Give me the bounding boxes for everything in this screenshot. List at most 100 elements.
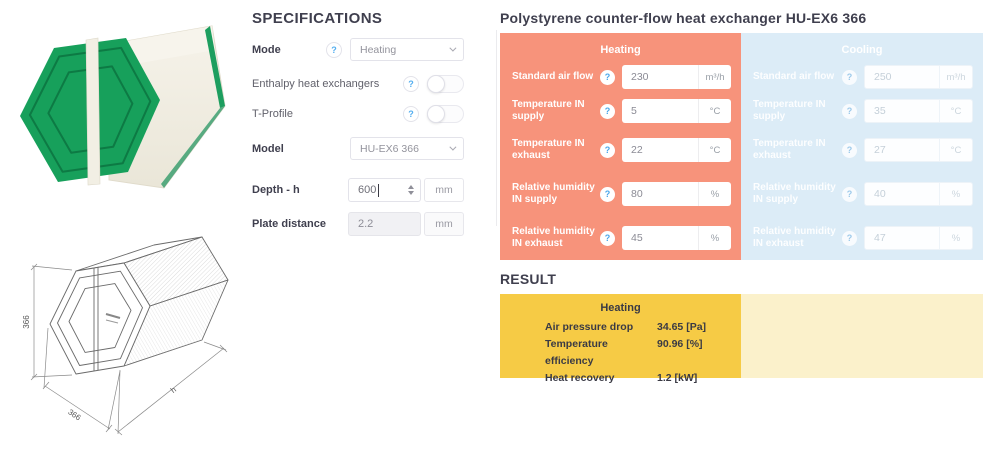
unit-label: % (939, 227, 972, 249)
help-icon: ? (842, 231, 857, 246)
result-row: Air pressure drop 34.65 [Pa] (500, 319, 741, 336)
field-label: Temperature IN exhaust (753, 138, 842, 163)
cooling-header: Cooling (741, 33, 983, 60)
exchanger-panel: Polystyrene counter-flow heat exchanger … (500, 8, 983, 378)
mode-help-icon[interactable]: ? (326, 42, 342, 58)
field-label: Temperature IN supply (753, 99, 842, 124)
result-cooling-section (741, 294, 983, 378)
chevron-down-icon (449, 144, 456, 151)
unit-label: m³/h (939, 66, 972, 88)
cooling-humidity-exhaust-value: 47 (865, 227, 939, 249)
result-label: Heat recovery (545, 370, 657, 387)
depth-input[interactable] (349, 184, 404, 196)
heating-airflow-input[interactable] (622, 65, 698, 89)
enthalpy-toggle[interactable] (427, 75, 464, 93)
model-select[interactable]: HU-EX6 366 (350, 137, 464, 160)
result-heating-section: Heating Air pressure drop 34.65 [Pa] Tem… (500, 294, 741, 378)
model-row: Model HU-EX6 366 (252, 137, 464, 160)
depth-row: Depth - h mm (252, 178, 464, 202)
chevron-down-icon (449, 45, 456, 52)
cooling-humidity-exhaust-field: 47 % (864, 226, 973, 250)
cooling-temp-exhaust-value: 27 (865, 139, 939, 161)
cooling-temp-supply-field: 35 °C (864, 99, 973, 123)
heating-temp-supply-row: Temperature IN supply ? °C (500, 94, 741, 128)
heating-humidity-supply-input[interactable] (622, 182, 698, 206)
cooling-temp-supply-row: Temperature IN supply ? 35 °C (741, 94, 983, 128)
heating-airflow-row: Standard air flow ? m³/h (500, 60, 741, 94)
plate-distance-label: Plate distance (252, 218, 348, 230)
conditions-panel: Heating Standard air flow ? m³/h Tempera… (500, 33, 983, 260)
mode-select-value: Heating (360, 44, 396, 56)
stepper-icon[interactable] (404, 185, 418, 195)
toggle-knob (427, 75, 445, 93)
help-icon[interactable]: ? (600, 70, 615, 85)
heating-humidity-exhaust-input[interactable] (622, 226, 698, 250)
product-photo (14, 14, 236, 215)
t-profile-toggle[interactable] (427, 105, 464, 123)
help-icon[interactable]: ? (600, 231, 615, 246)
heating-temp-exhaust-input[interactable] (622, 138, 698, 162)
heating-temp-exhaust-row: Temperature IN exhaust ? °C (500, 128, 741, 172)
plate-distance-row: Plate distance 2.2 mm (252, 212, 464, 236)
unit-label: °C (939, 139, 972, 161)
result-row: Temperature efficiency 90.96 [%] (500, 336, 741, 370)
plate-distance-unit: mm (424, 212, 464, 236)
result-value: 1.2 [kW] (657, 370, 697, 387)
model-select-value: HU-EX6 366 (360, 143, 419, 155)
field-label: Relative humidity IN exhaust (512, 226, 600, 251)
field-label: Relative humidity IN supply (753, 182, 842, 207)
result-row: Heat recovery 1.2 [kW] (500, 370, 741, 387)
exchanger-title: Polystyrene counter-flow heat exchanger … (500, 10, 983, 26)
cooling-temp-exhaust-row: Temperature IN exhaust ? 27 °C (741, 128, 983, 172)
help-icon[interactable]: ? (600, 104, 615, 119)
result-label: Temperature efficiency (545, 336, 657, 370)
toggle-knob (427, 105, 445, 123)
result-title: RESULT (500, 271, 983, 287)
help-icon: ? (842, 187, 857, 202)
help-icon[interactable]: ? (600, 187, 615, 202)
depth-input-wrap (348, 178, 421, 202)
field-label: Relative humidity IN supply (512, 182, 600, 207)
cooling-temp-supply-value: 35 (865, 100, 939, 122)
heating-column: Heating Standard air flow ? m³/h Tempera… (500, 33, 741, 260)
field-label: Standard air flow (512, 71, 600, 84)
result-value: 90.96 [%] (657, 336, 703, 370)
enthalpy-label: Enthalpy heat exchangers (252, 78, 403, 90)
technical-drawing: 366 366 h (20, 226, 232, 449)
product-render-image (14, 14, 236, 210)
mode-select[interactable]: Heating (350, 38, 464, 61)
help-icon[interactable]: ? (600, 143, 615, 158)
depth-unit: mm (424, 178, 464, 202)
model-label: Model (252, 143, 350, 155)
t-profile-help-icon[interactable]: ? (403, 106, 419, 122)
unit-label: °C (939, 100, 972, 122)
technical-drawing-image: 366 366 h (20, 226, 232, 444)
heating-temp-supply-input[interactable] (622, 99, 698, 123)
field-label: Temperature IN supply (512, 99, 600, 124)
stepper-up-icon[interactable] (408, 185, 414, 189)
unit-label: m³/h (698, 65, 731, 89)
heating-humidity-exhaust-row: Relative humidity IN exhaust ? % (500, 216, 741, 260)
help-icon: ? (842, 70, 857, 85)
unit-label: °C (698, 138, 731, 162)
enthalpy-help-icon[interactable]: ? (403, 76, 419, 92)
dimension-label-depth: h (169, 385, 178, 395)
help-icon: ? (842, 143, 857, 158)
heating-humidity-supply-row: Relative humidity IN supply ? % (500, 172, 741, 216)
cooling-humidity-supply-row: Relative humidity IN supply ? 40 % (741, 172, 983, 216)
field-label: Standard air flow (753, 71, 842, 84)
t-profile-label: T-Profile (252, 108, 403, 120)
heating-humidity-exhaust-field: % (622, 226, 731, 250)
mode-row: Mode ? Heating (252, 38, 464, 61)
field-label: Temperature IN exhaust (512, 138, 600, 163)
unit-label: % (698, 182, 731, 206)
mode-label: Mode (252, 44, 326, 56)
result-panel: Heating Air pressure drop 34.65 [Pa] Tem… (500, 294, 983, 378)
heating-temp-supply-field: °C (622, 99, 731, 123)
column-divider (496, 30, 497, 226)
dimension-label-height: 366 (22, 315, 31, 329)
result-label: Air pressure drop (545, 319, 657, 336)
stepper-down-icon[interactable] (408, 191, 414, 195)
cooling-humidity-supply-field: 40 % (864, 182, 973, 206)
heating-temp-exhaust-field: °C (622, 138, 731, 162)
